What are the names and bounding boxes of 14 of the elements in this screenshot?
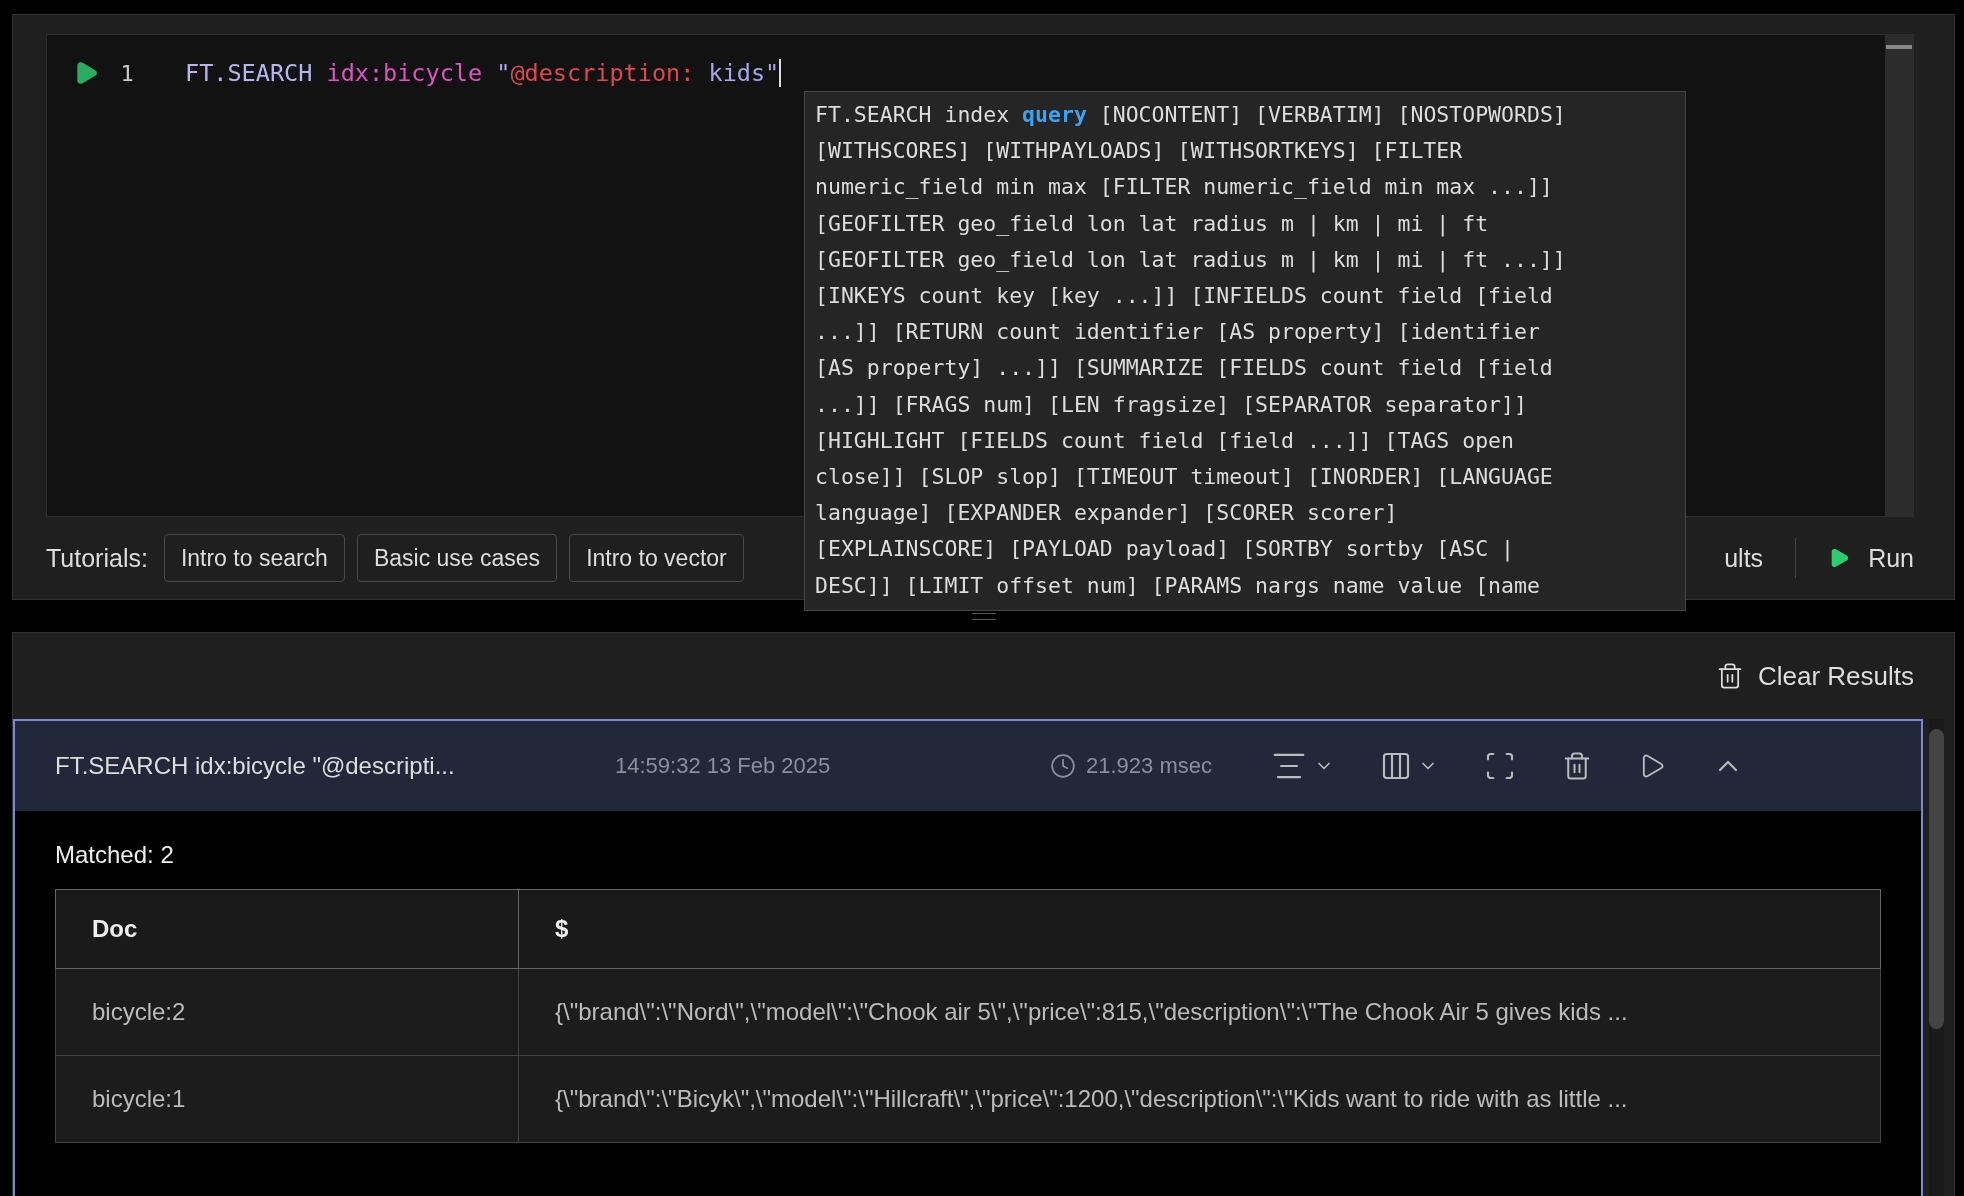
table-cell: bicycle:2: [55, 968, 519, 1056]
line-number: 1: [119, 60, 135, 86]
column-header: Doc: [55, 889, 519, 969]
table-cell: {\"brand\":\"Bicyk\",\"model\":\"Hillcraft\",\"price\":1200,\"description\":\"Kids want to ride with as little ...: [518, 1055, 1881, 1143]
syntax-hint-popup: FT.SEARCH index query [NOCONTENT] [VERBATIM] [NOSTOPWORDS] [WITHSCORES] [WITHPAYLOADS] [WITHSORTKEYS] [FILTER numeric_field min max [FILTER numeric_field min max ...]] [GEOFILTER geo_field lon lat radius m | km | mi | ft [GEOFILTER geo_field lon lat radius m | km | mi | ft ...]] [INKEYS count key [key ...]] [INFIELDS count field [field ...]] [RETURN count identifier [AS property] [identifier [AS property] ...]] [SUMMARIZE [FIELDS count field [field ...]] [FRAGS num] [LEN fragsize] [SEPARATOR separator]] [HIGHLIGHT [FIELDS count field [field ...]] [TAGS open close]] [SLOP slop] [TIMEOUT timeout] [INORDER] [LANGUAGE language] [EXPANDER expander] [SCORER scorer] [EXPLAINSCORE] [PAYLOAD payload] [SORTBY sortby [ASC | DESC]] [LIMIT offset num] [PARAMS nargs name value [name: [804, 91, 1686, 611]
result-timestamp: 14:59:32 13 Feb 2025: [615, 753, 832, 779]
column-header: $: [518, 889, 1881, 969]
duration-text: 21.923 msec: [1086, 753, 1212, 779]
table-cell: {\"brand\":\"Nord\",\"model\":\"Chook air 5\",\"price\":815,\"description\":\"The Chook Air 5 gives kids ...: [518, 968, 1881, 1056]
tutorials-label: Tutorials:: [46, 543, 148, 573]
table-cell: bicycle:1: [55, 1055, 519, 1143]
result-command: FT.SEARCH idx:bicycle "@descripti...: [55, 752, 456, 780]
matched-count: Matched: 2: [54, 840, 175, 870]
code-line: FT.SEARCH idx:bicycle "@description: kids": [185, 59, 782, 87]
